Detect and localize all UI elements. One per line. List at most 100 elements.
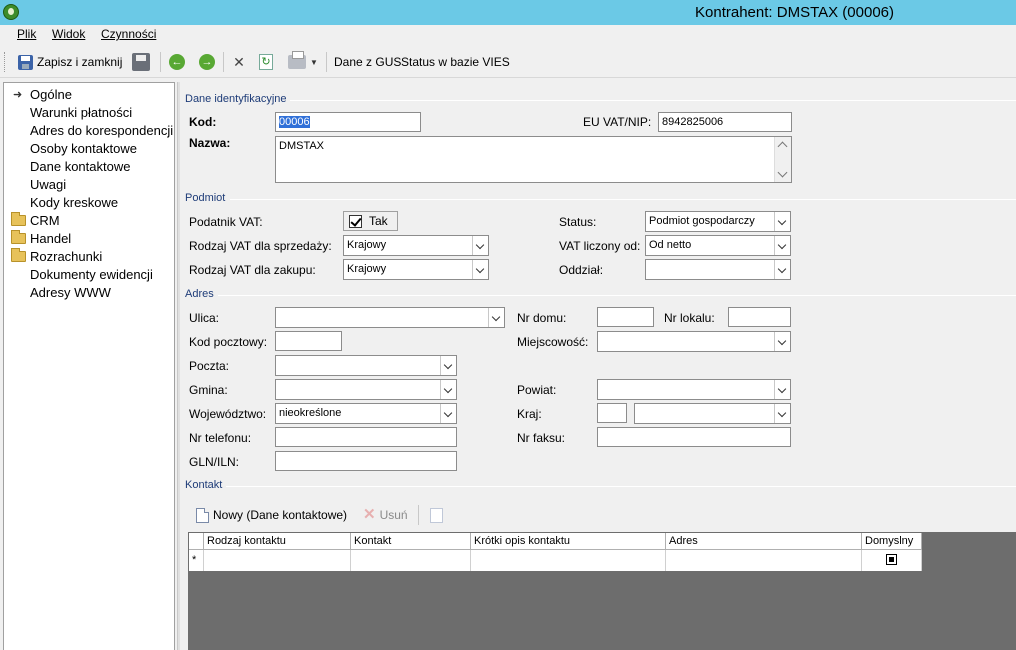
kod-field[interactable]: 00006 [275,112,421,132]
chevron-down-icon[interactable] [774,236,790,255]
new-contact-button[interactable]: Nowy (Dane kontaktowe) [196,504,347,526]
edit-contact-button[interactable] [430,504,443,526]
dropdown-arrow-icon: ▼ [310,57,318,67]
nr-lokalu-field[interactable] [728,307,791,327]
menu-plik[interactable]: Plik [17,27,36,41]
default-checkbox[interactable] [886,554,897,565]
chevron-down-icon[interactable] [440,380,456,399]
checkmark-icon [349,215,362,228]
toolbar-separator [223,52,224,72]
sidebar-item-rozrachunki[interactable]: Rozrachunki [4,248,174,266]
sidebar-item-www[interactable]: Adresy WWW [4,284,174,302]
cell-domyslny[interactable] [862,550,922,571]
poczta-select[interactable] [275,355,457,376]
chevron-down-icon[interactable] [440,404,456,423]
section-adres-title: Adres [185,288,214,300]
vat-checkbox[interactable]: Tak [343,211,398,231]
chevron-down-icon[interactable] [774,260,790,279]
chevron-down-icon[interactable] [774,332,790,351]
column-header-rodzaj[interactable]: Rodzaj kontaktu [204,533,351,550]
toolbar-separator [326,52,327,72]
chevron-down-icon[interactable] [488,308,504,327]
vat-zakup-value: Krajowy [347,263,387,275]
column-header-opis[interactable]: Krótki opis kontaktu [471,533,666,550]
new-row[interactable]: * [189,550,922,571]
gus-button[interactable]: Dane z GUS [334,51,401,73]
back-button[interactable]: ← [169,51,185,73]
app-icon[interactable] [3,4,19,20]
vat-sprzedaz-select[interactable]: Krajowy [343,235,489,256]
cell-opis[interactable] [471,550,666,571]
menu-widok[interactable]: Widok [52,27,85,41]
nazwa-field[interactable]: DMSTAX [275,136,792,183]
sidebar-item-crm[interactable]: CRM [4,212,174,230]
delete-contact-label: Usuń [379,508,408,522]
new-document-icon [196,507,209,523]
nr-domu-field[interactable] [597,307,654,327]
kraj-code-field[interactable] [597,403,627,423]
toolbar-separator [160,52,161,72]
sidebar-item-label: Dane kontaktowe [30,159,131,174]
faks-field[interactable] [597,427,791,447]
cell-rodzaj[interactable] [204,550,351,571]
vat-zakup-select[interactable]: Krajowy [343,259,489,280]
menu-czynnosci[interactable]: Czynności [101,27,156,41]
refresh-button[interactable]: ↻ [259,51,273,73]
chevron-down-icon[interactable] [472,236,488,255]
window-title: Kontrahent: DMSTAX (00006) [695,4,894,21]
sidebar-item-osoby[interactable]: Osoby kontaktowe [4,140,174,158]
save-button[interactable] [132,51,150,73]
miejscowosc-select[interactable] [597,331,791,352]
sidebar-tree[interactable]: ➜ Ogólne Warunki płatności Adres do kore… [3,82,175,650]
telefon-field[interactable] [275,427,457,447]
sidebar-item-dokumenty[interactable]: Dokumenty ewidencji [4,266,174,284]
contacts-grid[interactable]: Rodzaj kontaktu Kontakt Krótki opis kont… [188,532,1016,650]
sidebar-item-warunki[interactable]: Warunki płatności [4,104,174,122]
sidebar-item-handel[interactable]: Handel [4,230,174,248]
sidebar-item-label: Adresy WWW [30,285,111,300]
section-ident-title: Dane identyfikacyjne [185,93,287,105]
gln-field[interactable] [275,451,457,471]
kraj-select[interactable] [634,403,791,424]
nazwa-scrollbar[interactable] [774,137,791,182]
scroll-down-icon[interactable] [777,167,788,178]
status-select[interactable]: Podmiot gospodarczy [645,211,791,232]
ulica-select[interactable] [275,307,505,328]
wojewodztwo-select[interactable]: nieokreślone [275,403,457,424]
scroll-up-icon[interactable] [777,141,788,152]
vies-button[interactable]: Status w bazie VIES [401,51,510,73]
cell-kontakt[interactable] [351,550,471,571]
save-close-button[interactable]: Zapisz i zamknij [18,51,122,73]
section-divider [290,100,1016,101]
nip-label: EU VAT/NIP: [583,115,652,129]
tools-button[interactable]: ✕ [231,51,247,73]
chevron-down-icon[interactable] [774,404,790,423]
sidebar-item-kody[interactable]: Kody kreskowe [4,194,174,212]
vat-liczony-select[interactable]: Od netto [645,235,791,256]
sidebar-item-label: Adres do korespondencji [30,123,174,138]
print-button[interactable]: ▼ [288,51,318,73]
sidebar-item-uwagi[interactable]: Uwagi [4,176,174,194]
cell-adres[interactable] [666,550,862,571]
chevron-down-icon[interactable] [774,212,790,231]
sidebar-item-adres-koresp[interactable]: Adres do korespondencji [4,122,174,140]
chevron-down-icon[interactable] [774,380,790,399]
oddzial-select[interactable] [645,259,791,280]
kod-pocztowy-field[interactable] [275,331,342,351]
nip-field[interactable]: 8942825006 [658,112,792,132]
sidebar-item-ogolne[interactable]: ➜ Ogólne [4,86,174,104]
column-header-kontakt[interactable]: Kontakt [351,533,471,550]
column-header-domyslny[interactable]: Domyslny [862,533,922,550]
delete-contact-button[interactable]: ✕ Usuń [363,504,408,526]
gmina-select[interactable] [275,379,457,400]
chevron-down-icon[interactable] [472,260,488,279]
column-header-adres[interactable]: Adres [666,533,862,550]
powiat-select[interactable] [597,379,791,400]
form-panel: Dane identyfikacyjne Kod: 00006 EU VAT/N… [180,82,1016,650]
forward-button[interactable]: → [199,51,215,73]
title-bar: Kontrahent: DMSTAX (00006) [0,0,1016,25]
sidebar-item-dane-kontaktowe[interactable]: Dane kontaktowe [4,158,174,176]
chevron-down-icon[interactable] [440,356,456,375]
sidebar-item-label: Rozrachunki [30,249,103,264]
toolbar-grip[interactable] [4,52,7,72]
